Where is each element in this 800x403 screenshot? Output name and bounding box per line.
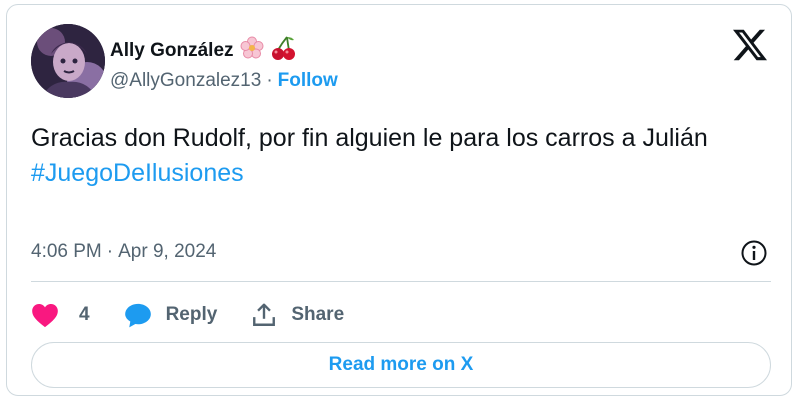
info-icon[interactable] — [740, 239, 768, 267]
cherries-emoji-icon — [270, 35, 296, 66]
reply-bubble-icon — [124, 303, 151, 328]
heart-icon — [32, 304, 58, 328]
tweet-card: Ally González @AllyGonzalez13 · Follow G… — [6, 4, 792, 396]
tweet-body: Gracias don Rudolf, por fin alguien le p… — [31, 124, 708, 152]
like-button[interactable]: 4 — [31, 302, 90, 328]
tweet-date: Apr 9, 2024 — [118, 241, 217, 262]
separator: · — [266, 70, 273, 91]
read-more-label: Read more on X — [328, 354, 474, 375]
reply-button[interactable]: Reply — [124, 302, 218, 328]
share-upload-icon — [253, 303, 276, 326]
share-button[interactable]: Share — [251, 302, 344, 328]
user-handle[interactable]: @AllyGonzalez13 — [110, 70, 261, 92]
reply-label: Reply — [165, 304, 218, 325]
meta-separator: · — [106, 241, 114, 262]
tweet-timestamp[interactable]: 4:06 PM · Apr 9, 2024 — [31, 241, 216, 263]
x-logo-icon[interactable] — [733, 28, 767, 62]
divider — [31, 281, 771, 282]
hashtag-link[interactable]: #JuegoDeIlusiones — [31, 156, 771, 191]
follow-button[interactable]: Follow — [278, 70, 338, 92]
flower-emoji-icon — [240, 36, 264, 65]
tweet-text: Gracias don Rudolf, por fin alguien le p… — [31, 121, 771, 191]
like-count: 4 — [79, 304, 90, 325]
name-row: Ally González — [110, 35, 296, 66]
avatar[interactable] — [31, 24, 105, 98]
action-bar: 4 Reply Share — [31, 297, 378, 333]
tweet-time: 4:06 PM — [31, 241, 102, 262]
share-label: Share — [291, 304, 345, 325]
read-more-button[interactable]: Read more on X — [31, 342, 771, 388]
handle-row: @AllyGonzalez13 · Follow — [110, 70, 338, 92]
avatar-image — [31, 24, 105, 98]
display-name[interactable]: Ally González — [110, 40, 234, 62]
